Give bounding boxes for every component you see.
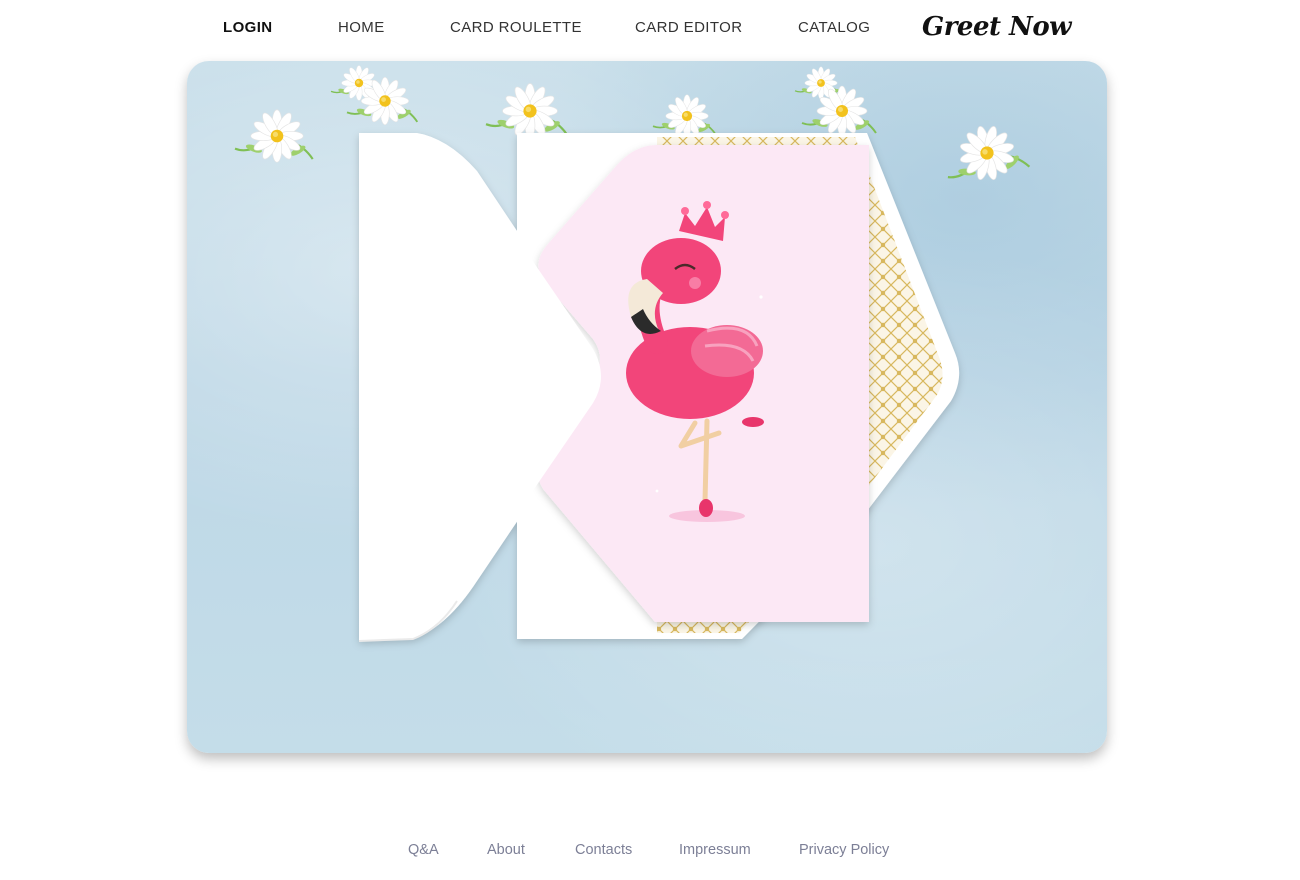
hero-illustration bbox=[233, 64, 1032, 642]
daisy-decoration-8 bbox=[936, 115, 1032, 193]
nav-catalog[interactable]: CATALOG bbox=[798, 19, 870, 36]
nav-login[interactable]: LOGIN bbox=[223, 19, 273, 36]
nav-card-editor[interactable]: CARD EDITOR bbox=[635, 19, 742, 36]
nav-home[interactable]: HOME bbox=[338, 19, 385, 36]
daisy-decoration-4 bbox=[484, 82, 569, 140]
hero-card-stage bbox=[187, 61, 1107, 753]
footer-link-impressum[interactable]: Impressum bbox=[679, 842, 751, 858]
top-navigation: LOGIN HOME CARD ROULETTE CARD EDITOR CAT… bbox=[0, 0, 1300, 56]
footer-link-privacy-policy[interactable]: Privacy Policy bbox=[799, 842, 889, 858]
daisy-decoration-5 bbox=[652, 93, 717, 139]
footer-link-qa[interactable]: Q&A bbox=[408, 842, 439, 858]
footer: Q&A About Contacts Impressum Privacy Pol… bbox=[0, 842, 1300, 862]
footer-link-about[interactable]: About bbox=[487, 842, 525, 858]
nav-card-roulette[interactable]: CARD ROULETTE bbox=[450, 19, 582, 36]
brand-logo[interactable]: Greet Now bbox=[922, 12, 1072, 42]
footer-link-contacts[interactable]: Contacts bbox=[575, 842, 632, 858]
daisy-decoration-1 bbox=[233, 108, 314, 164]
